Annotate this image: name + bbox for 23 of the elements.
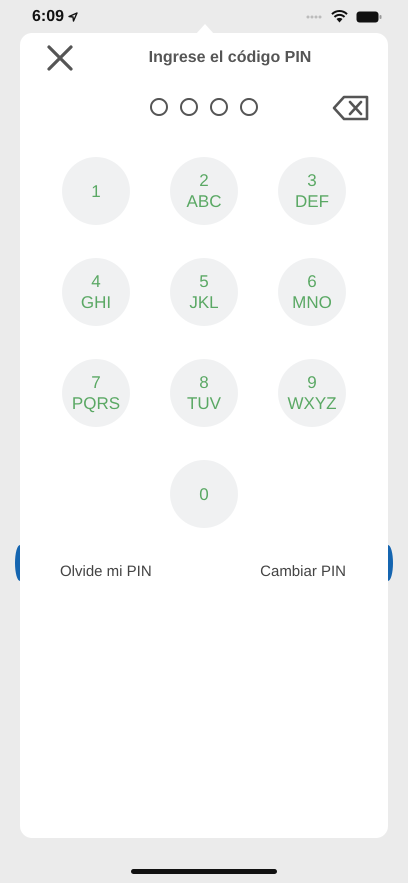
text-link[interactable]: Cambiar PIN [260,562,346,582]
keypad-key[interactable]: 6 MNO [278,258,346,326]
keypad-key[interactable]: 9 WXYZ [278,359,346,427]
button-edge [388,545,393,581]
keypad-key[interactable]: 0 [170,460,238,528]
wifi-icon [331,10,348,23]
close-icon [46,44,74,72]
keypad-key[interactable]: 2 ABC [170,157,238,225]
backspace-button[interactable] [332,95,370,121]
dialog-title: Ingrese el código PIN [148,49,312,66]
status-time: 6:09 [32,6,64,26]
keypad-key[interactable]: 1 [62,157,130,225]
backspace-icon [332,95,370,121]
keypad-key[interactable]: 4 GHI [62,258,130,326]
signal-icon [306,14,323,18]
keypad-key[interactable]: 3 DEF [278,157,346,225]
keypad-key[interactable]: 5 JKL [170,258,238,326]
battery-icon [356,10,382,22]
location-icon [68,12,78,22]
button-edge [15,545,20,581]
keypad-key[interactable]: 8 TUV [170,359,238,427]
text-link[interactable]: Olvide mi PIN [60,562,152,582]
keypad-key[interactable]: 7 PQRS [62,359,130,427]
